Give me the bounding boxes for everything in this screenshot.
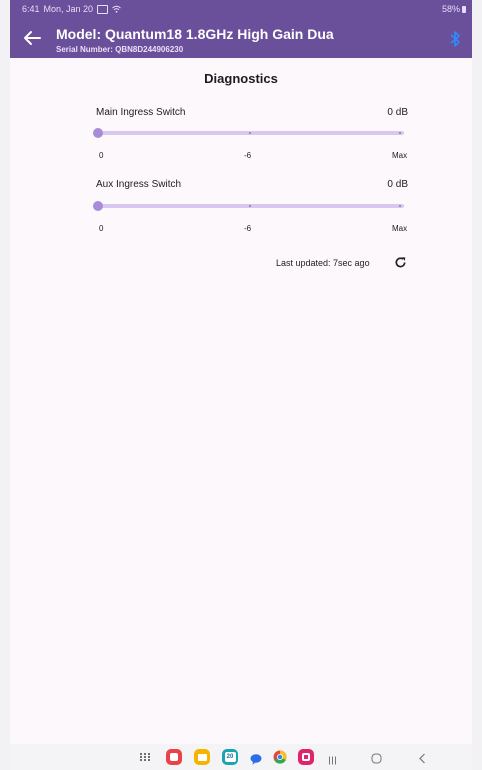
- aux-ingress-slider-thumb[interactable]: [93, 201, 103, 211]
- main-ingress-value: 0 dB: [387, 107, 408, 118]
- aux-ingress-value: 0 dB: [387, 179, 408, 190]
- home-icon[interactable]: [371, 751, 382, 769]
- main-ingress-slider[interactable]: [97, 131, 404, 135]
- battery-percent: 58%: [441, 4, 460, 14]
- battery-icon: [462, 5, 466, 13]
- bluetooth-icon[interactable]: [448, 30, 462, 48]
- files-app-icon[interactable]: [194, 749, 210, 765]
- main-ingress-tick-mid: -6: [244, 151, 252, 160]
- main-ingress-tick-max: Max: [392, 151, 408, 160]
- aux-ingress-tick-mid: -6: [244, 224, 252, 233]
- page-title: Model: Quantum18 1.8GHz High Gain Dua: [56, 26, 334, 42]
- system-nav-bar: 20: [10, 744, 472, 770]
- serial-number: Serial Number: QBN8D244906230: [56, 45, 184, 54]
- main-ingress-tick-min: 0: [99, 151, 104, 160]
- gallery-notification-icon: [97, 4, 109, 14]
- status-date: Mon, Jan 20: [43, 4, 94, 14]
- back-nav-icon[interactable]: [418, 751, 426, 769]
- device-screen: 6:41 Mon, Jan 20 58% Model: Quantum18 1.…: [10, 0, 472, 770]
- wifi-icon: [112, 5, 121, 13]
- chrome-app-icon[interactable]: [273, 750, 287, 769]
- app-bar: Model: Quantum18 1.8GHz High Gain Dua Se…: [10, 18, 472, 58]
- status-bar: 6:41 Mon, Jan 20 58%: [10, 0, 472, 18]
- aux-ingress-slider[interactable]: [97, 204, 404, 208]
- section-heading: Diagnostics: [204, 71, 278, 86]
- aux-ingress-tick-max: Max: [392, 224, 408, 233]
- calendar-app-icon[interactable]: 20: [222, 749, 238, 765]
- calendar-date: 20: [224, 752, 236, 762]
- main-ingress-slider-thumb[interactable]: [93, 128, 103, 138]
- screen-recorder-app-icon[interactable]: [298, 749, 314, 765]
- main-ingress-label: Main Ingress Switch: [96, 107, 186, 118]
- apps-grid-icon[interactable]: [140, 753, 151, 761]
- notes-app-icon[interactable]: [166, 749, 182, 765]
- refresh-icon[interactable]: [394, 256, 407, 269]
- aux-ingress-label: Aux Ingress Switch: [96, 179, 182, 190]
- status-time: 6:41: [22, 4, 40, 14]
- messages-app-icon[interactable]: [250, 752, 262, 770]
- last-updated-text: Last updated: 7sec ago: [276, 258, 370, 268]
- back-arrow-icon[interactable]: [20, 26, 44, 50]
- recents-icon[interactable]: [328, 752, 337, 770]
- aux-ingress-tick-min: 0: [99, 224, 104, 233]
